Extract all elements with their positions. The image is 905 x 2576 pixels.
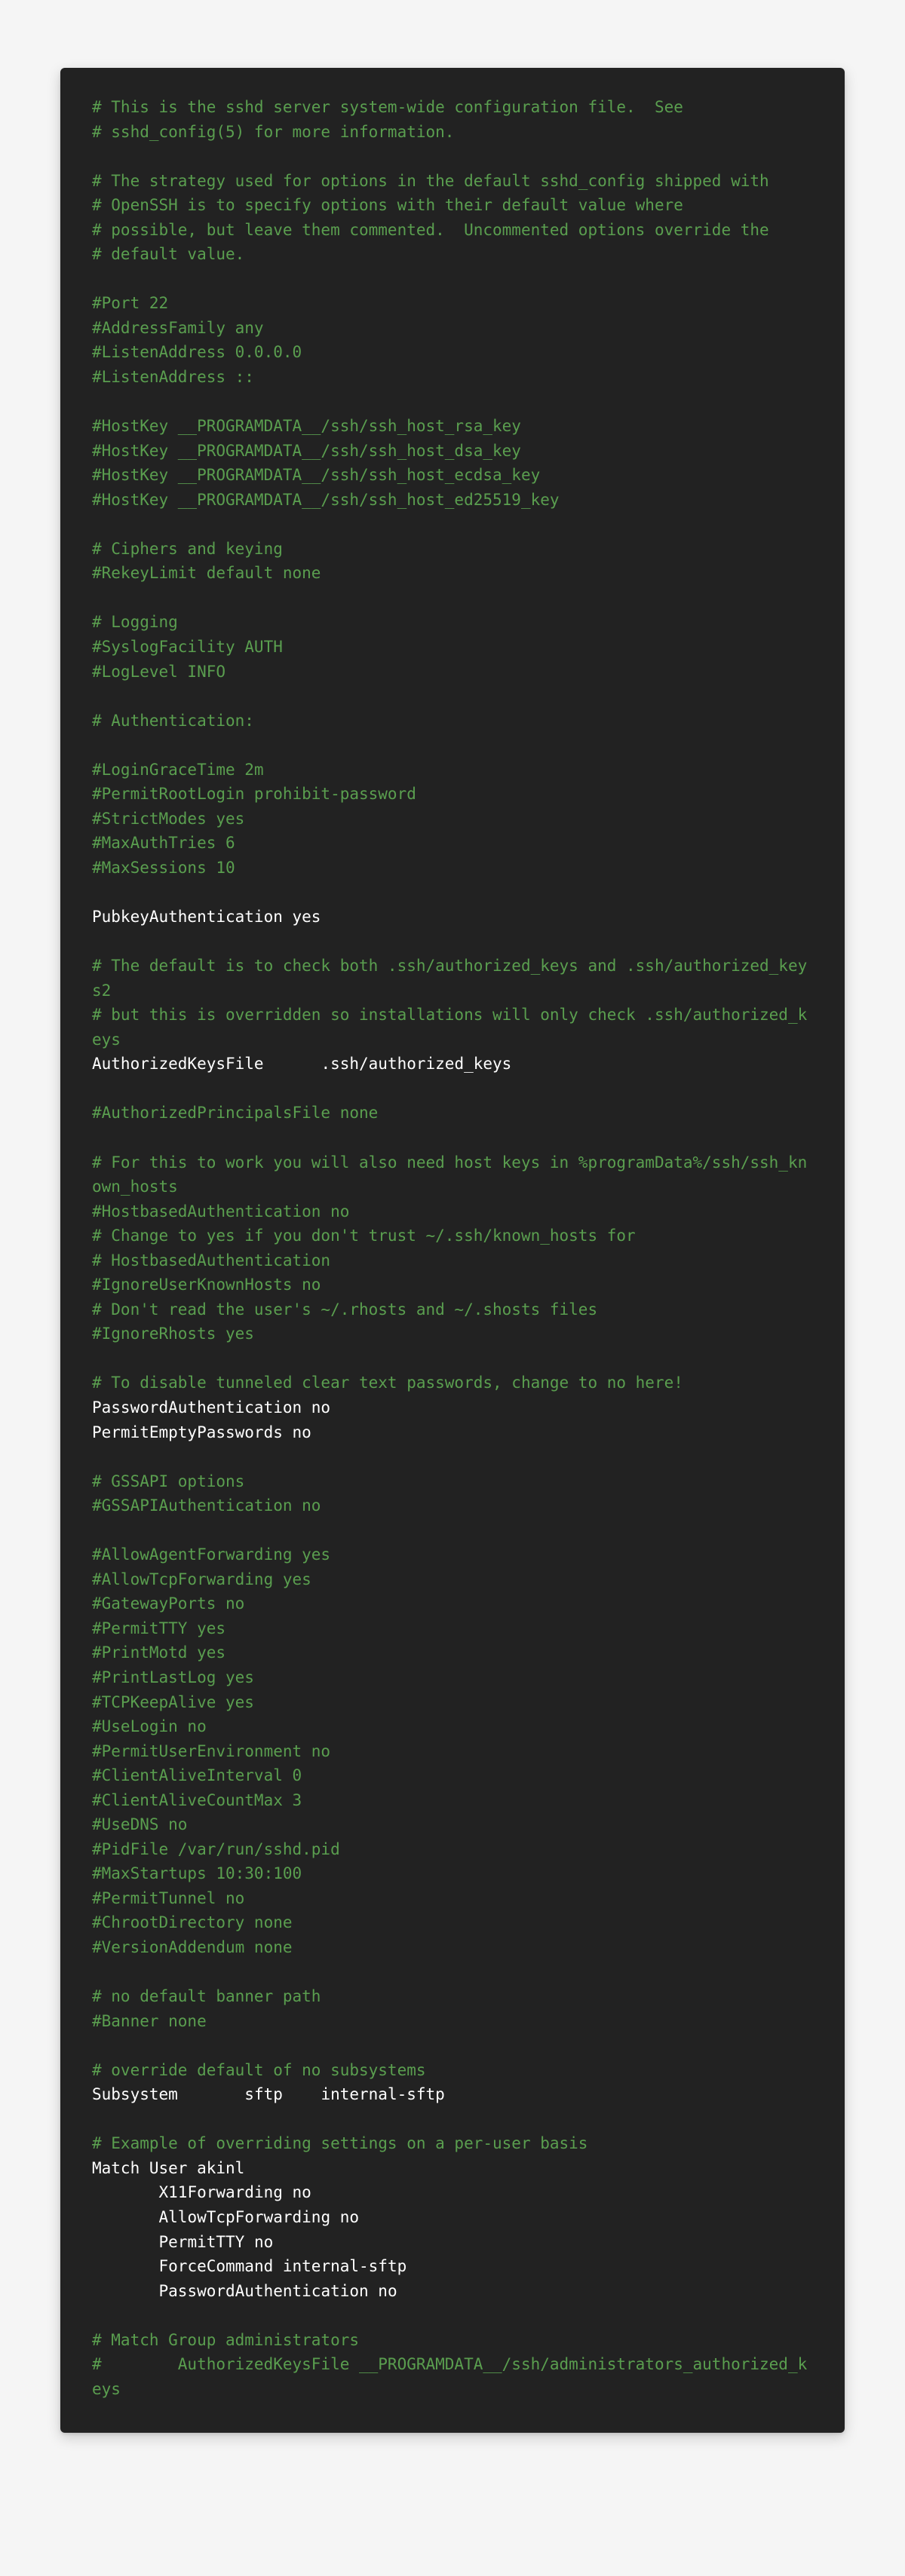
config-line <box>92 881 813 905</box>
config-line: # possible, but leave them commented. Un… <box>92 218 813 243</box>
config-line: #PermitRootLogin prohibit-password <box>92 782 813 807</box>
config-line: #HostKey __PROGRAMDATA__/ssh/ssh_host_ds… <box>92 439 813 464</box>
config-line: # To disable tunneled clear text passwor… <box>92 1371 813 1395</box>
config-line: #MaxSessions 10 <box>92 856 813 881</box>
config-line: # no default banner path <box>92 1984 813 2009</box>
config-line: PubkeyAuthentication yes <box>92 905 813 930</box>
config-line: # default value. <box>92 242 813 267</box>
config-line <box>92 930 813 954</box>
config-line: #IgnoreUserKnownHosts no <box>92 1273 813 1297</box>
sshd-config-content: # This is the sshd server system-wide co… <box>92 95 813 2401</box>
config-line: #PermitTunnel no <box>92 1886 813 1911</box>
config-line: #AuthorizedPrincipalsFile none <box>92 1101 813 1126</box>
config-line: #SyslogFacility AUTH <box>92 635 813 660</box>
config-line: # Match Group administrators <box>92 2328 813 2353</box>
config-line: #StrictModes yes <box>92 807 813 832</box>
config-line: #AllowTcpForwarding yes <box>92 1567 813 1592</box>
config-line: AllowTcpForwarding no <box>92 2205 813 2230</box>
config-line: #LogLevel INFO <box>92 660 813 685</box>
config-line: # sshd_config(5) for more information. <box>92 120 813 145</box>
config-line: #HostKey __PROGRAMDATA__/ssh/ssh_host_ed… <box>92 488 813 513</box>
config-line: #Banner none <box>92 2009 813 2034</box>
config-line: # AuthorizedKeysFile __PROGRAMDATA__/ssh… <box>92 2352 813 2401</box>
config-line: #ChrootDirectory none <box>92 1910 813 1935</box>
config-line <box>92 144 813 169</box>
config-line: #PidFile /var/run/sshd.pid <box>92 1837 813 1862</box>
config-line: # For this to work you will also need ho… <box>92 1150 813 1199</box>
config-line: # Change to yes if you don't trust ~/.ss… <box>92 1224 813 1248</box>
config-line: #RekeyLimit default none <box>92 561 813 586</box>
config-line: #PermitTTY yes <box>92 1616 813 1641</box>
config-line: PasswordAuthentication no <box>92 2279 813 2304</box>
config-line: # This is the sshd server system-wide co… <box>92 95 813 120</box>
config-line: #VersionAddendum none <box>92 1935 813 1960</box>
config-line <box>92 2033 813 2058</box>
config-line: # override default of no subsystems <box>92 2058 813 2083</box>
config-line: #PrintLastLog yes <box>92 1665 813 1690</box>
config-line <box>92 2107 813 2132</box>
config-line: # Ciphers and keying <box>92 537 813 562</box>
config-line: # HostbasedAuthentication <box>92 1248 813 1273</box>
config-line: PasswordAuthentication no <box>92 1395 813 1420</box>
config-line: # The default is to check both .ssh/auth… <box>92 954 813 1003</box>
config-line: #GatewayPorts no <box>92 1591 813 1616</box>
config-line <box>92 2303 813 2328</box>
config-line: PermitTTY no <box>92 2230 813 2255</box>
config-line <box>92 1126 813 1150</box>
config-line: #IgnoreRhosts yes <box>92 1322 813 1346</box>
config-line: ForceCommand internal-sftp <box>92 2254 813 2279</box>
config-line: #ListenAddress 0.0.0.0 <box>92 340 813 365</box>
sshd-config-code-block[interactable]: # This is the sshd server system-wide co… <box>60 68 845 2433</box>
config-line: X11Forwarding no <box>92 2180 813 2205</box>
config-line: # Don't read the user's ~/.rhosts and ~/… <box>92 1297 813 1322</box>
config-line: # GSSAPI options <box>92 1469 813 1494</box>
config-line <box>92 684 813 709</box>
config-line: #PermitUserEnvironment no <box>92 1739 813 1764</box>
config-line: # Example of overriding settings on a pe… <box>92 2131 813 2156</box>
config-line: PermitEmptyPasswords no <box>92 1420 813 1445</box>
config-line <box>92 267 813 292</box>
config-line: Subsystem sftp internal-sftp <box>92 2082 813 2107</box>
config-line: #UseLogin no <box>92 1714 813 1739</box>
config-line: #MaxAuthTries 6 <box>92 831 813 856</box>
config-line: #ClientAliveInterval 0 <box>92 1763 813 1788</box>
config-line: # Logging <box>92 610 813 635</box>
config-line <box>92 390 813 415</box>
config-line <box>92 512 813 537</box>
config-line <box>92 1444 813 1469</box>
config-line: #ListenAddress :: <box>92 365 813 390</box>
config-line: # Authentication: <box>92 709 813 734</box>
config-line <box>92 1346 813 1371</box>
config-line: #PrintMotd yes <box>92 1640 813 1665</box>
page: # This is the sshd server system-wide co… <box>0 0 905 2523</box>
config-line: # but this is overridden so installation… <box>92 1003 813 1052</box>
config-line: #LoginGraceTime 2m <box>92 758 813 783</box>
config-line: AuthorizedKeysFile .ssh/authorized_keys <box>92 1052 813 1077</box>
config-line: # OpenSSH is to specify options with the… <box>92 193 813 218</box>
config-line: #GSSAPIAuthentication no <box>92 1493 813 1518</box>
config-line <box>92 1518 813 1543</box>
config-line: #HostKey __PROGRAMDATA__/ssh/ssh_host_ec… <box>92 463 813 488</box>
config-line: #MaxStartups 10:30:100 <box>92 1861 813 1886</box>
config-line: #ClientAliveCountMax 3 <box>92 1788 813 1813</box>
config-line: #HostbasedAuthentication no <box>92 1199 813 1224</box>
config-line: #HostKey __PROGRAMDATA__/ssh/ssh_host_rs… <box>92 414 813 439</box>
config-line <box>92 586 813 611</box>
config-line: Match User akinl <box>92 2156 813 2181</box>
config-line: #TCPKeepAlive yes <box>92 1690 813 1715</box>
config-line: #AddressFamily any <box>92 316 813 341</box>
config-line <box>92 1960 813 1985</box>
config-line: #Port 22 <box>92 291 813 316</box>
config-line: #AllowAgentForwarding yes <box>92 1542 813 1567</box>
config-line <box>92 1077 813 1101</box>
config-line: # The strategy used for options in the d… <box>92 169 813 194</box>
config-line: #UseDNS no <box>92 1812 813 1837</box>
config-line <box>92 733 813 758</box>
